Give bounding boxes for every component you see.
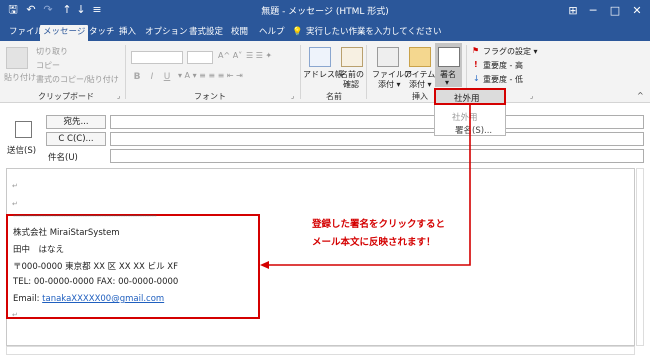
annotation-arrow bbox=[260, 105, 471, 269]
